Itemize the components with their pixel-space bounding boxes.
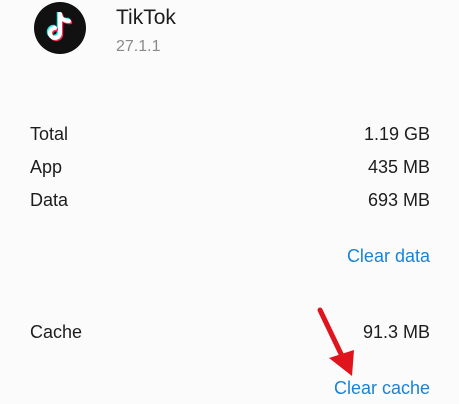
cache-value: 91.3 MB (362, 322, 430, 342)
storage-row-label: App (30, 157, 63, 177)
storage-row-label: Total (30, 124, 69, 144)
storage-row-total: Total 1.19 GB (0, 124, 459, 150)
red-arrow-icon (317, 307, 354, 376)
cache-label: Cache (30, 322, 83, 342)
storage-row-cache: Cache 91.3 MB (0, 322, 459, 348)
storage-row-app: App 435 MB (0, 157, 459, 183)
clear-cache-button[interactable]: Clear cache (334, 378, 430, 399)
storage-row-value: 435 MB (367, 157, 430, 177)
tiktok-logo-icon (34, 2, 86, 54)
app-name: TikTok (116, 6, 176, 29)
app-header: TikTok 27.1.1 (0, 0, 459, 80)
storage-row-value: 1.19 GB (363, 124, 430, 144)
app-version: 27.1.1 (116, 38, 161, 55)
storage-row-data: Data 693 MB (0, 190, 459, 216)
storage-row-label: Data (30, 190, 69, 210)
clear-data-button[interactable]: Clear data (347, 246, 430, 267)
storage-row-value: 693 MB (367, 190, 430, 210)
